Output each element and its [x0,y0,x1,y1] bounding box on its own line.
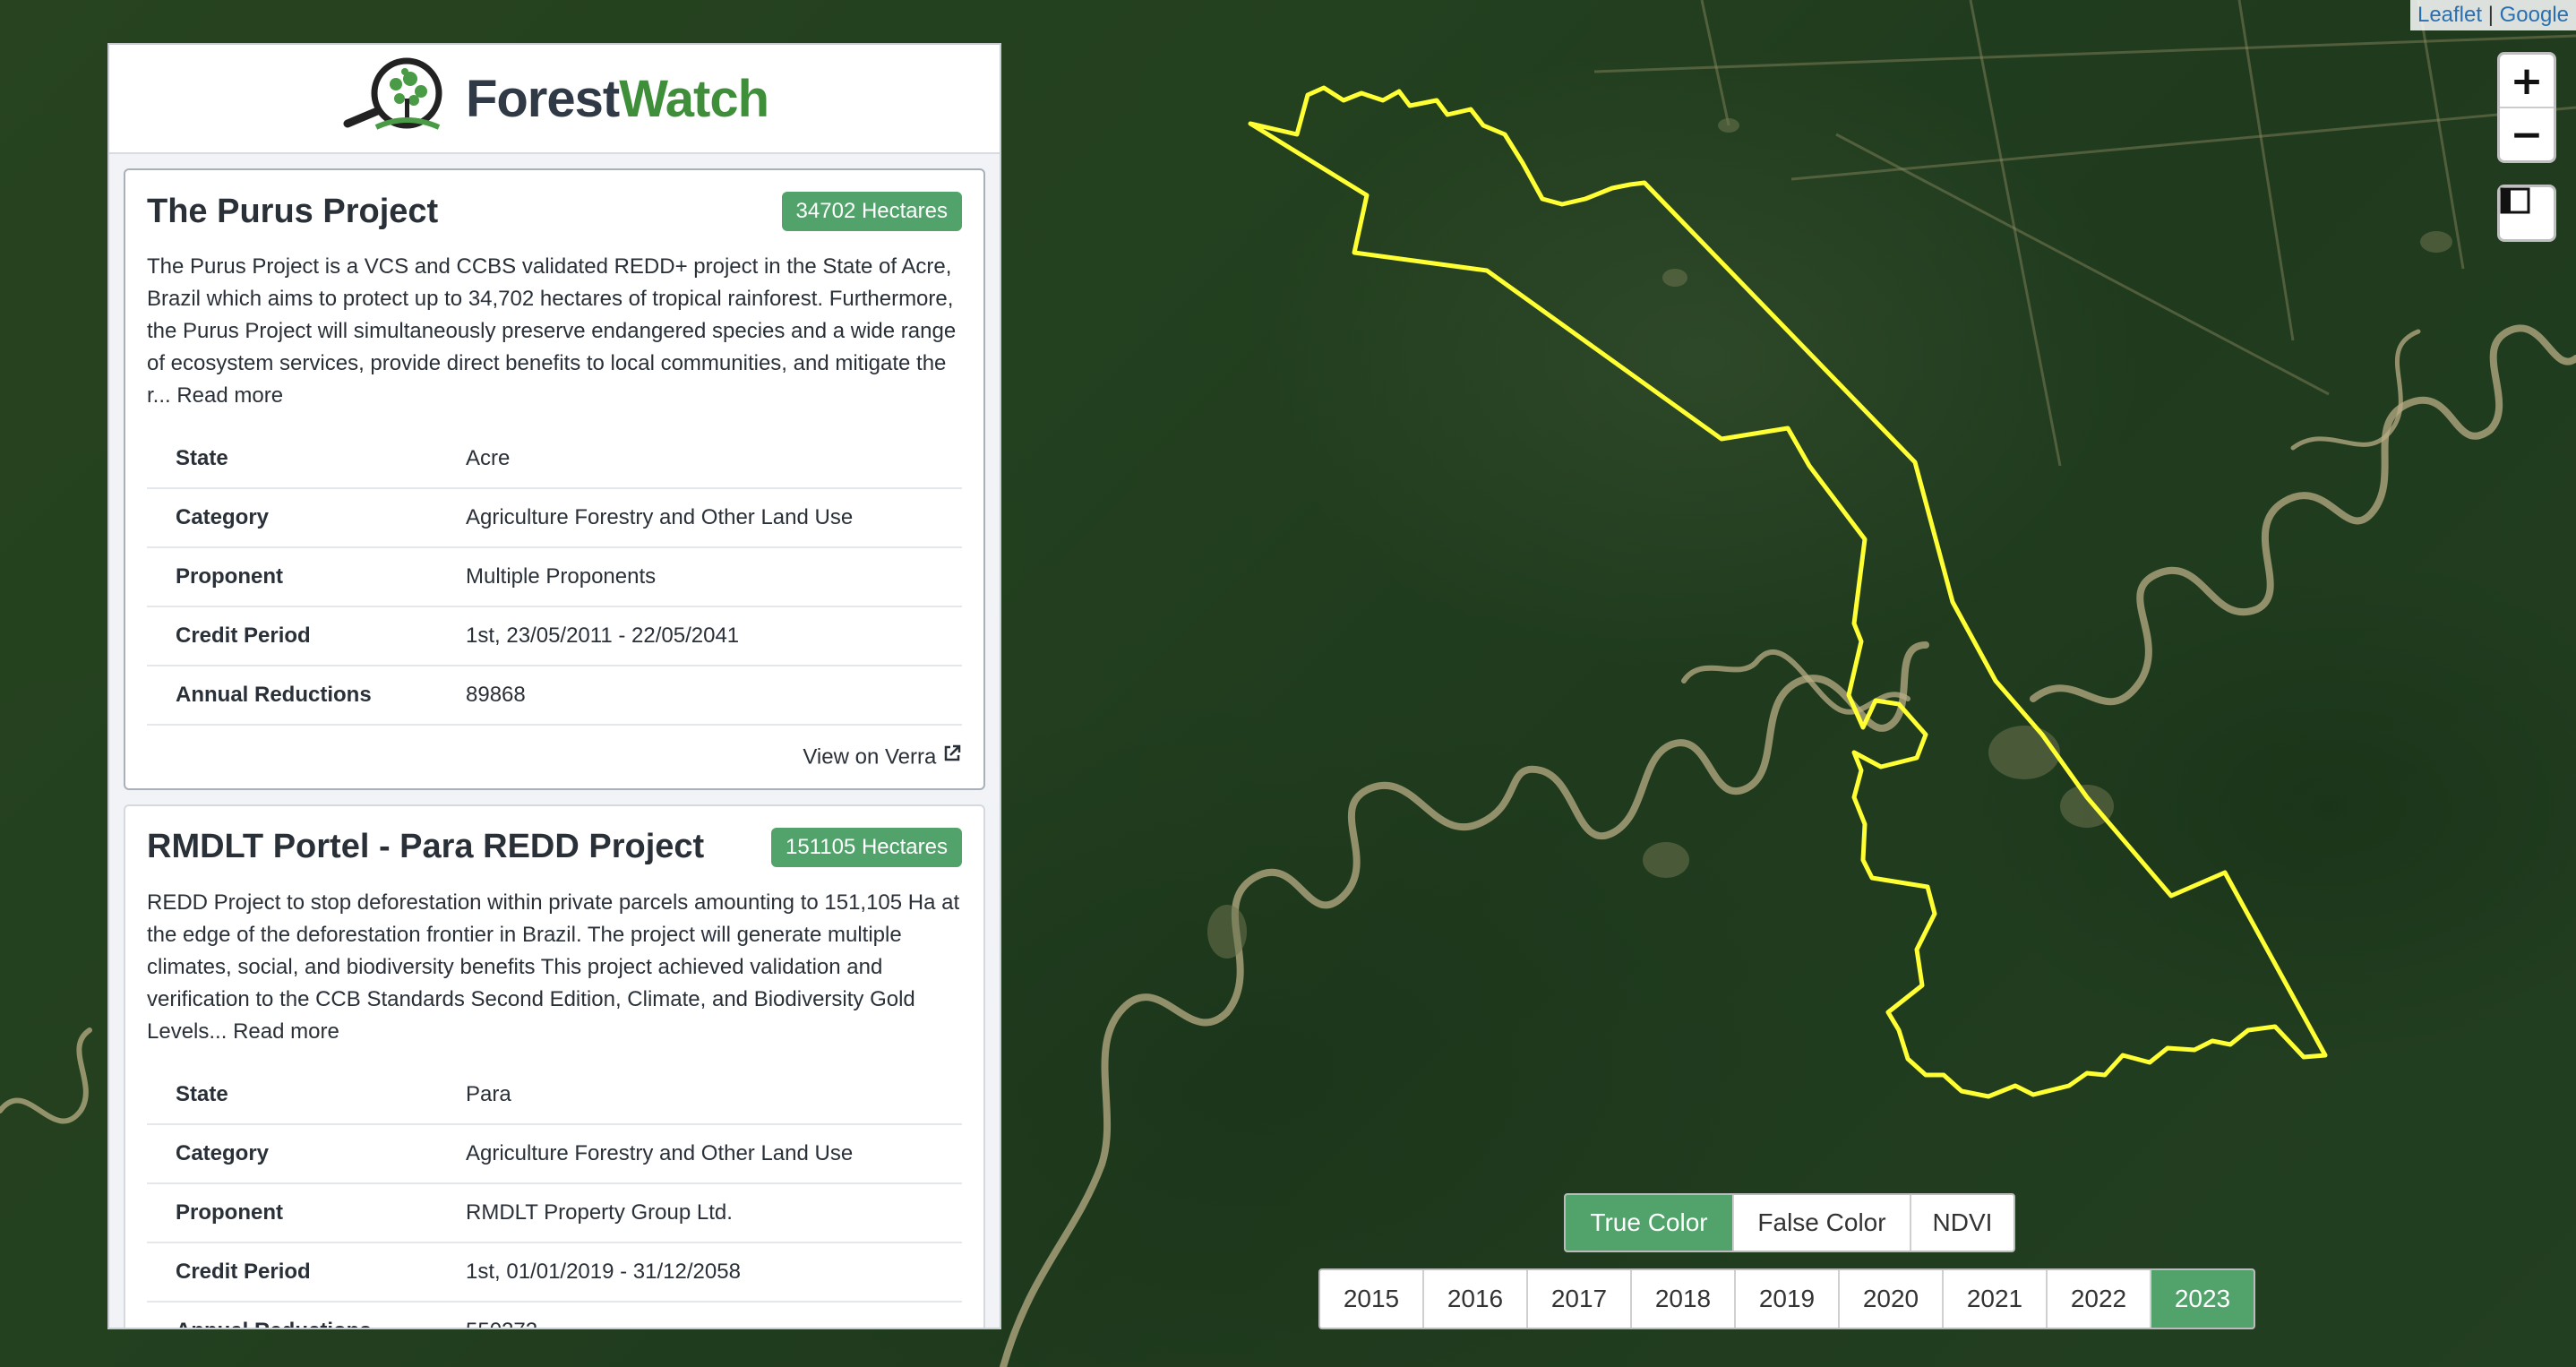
map-attribution: Leaflet | Google [2409,0,2576,30]
year-option-2015[interactable]: 2015 [1320,1270,1424,1328]
table-row: Proponent Multiple Proponents [147,547,962,607]
detail-label: State [147,1065,437,1125]
project-boundary [1248,85,2328,1099]
detail-value: Para [437,1065,962,1125]
layer-option-ndvi[interactable]: NDVI [1911,1195,2014,1251]
river [2030,324,2576,706]
river [0,1027,92,1124]
view-on-verra-link[interactable]: View on Verra [147,744,962,770]
table-row: Category Agriculture Forestry and Other L… [147,488,962,548]
area-badge: 151105 Hectares [770,827,962,867]
detail-label: Proponent [147,1182,437,1243]
detail-value: 1st, 01/01/2019 - 31/12/2058 [437,1242,962,1303]
year-option-2020[interactable]: 2020 [1840,1270,1944,1328]
detail-value: 89868 [437,666,962,726]
external-link-icon [944,744,961,761]
sidebar-toggle-button[interactable] [2497,185,2556,242]
year-option-2022[interactable]: 2022 [2048,1270,2151,1328]
project-details-table: State Para Category Agriculture Forestry a… [147,1065,962,1328]
project-card[interactable]: RMDLT Portel - Para REDD Project 151105 … [124,804,985,1328]
zoom-in-button[interactable]: + [2500,55,2554,107]
table-row: Credit Period 1st, 01/01/2019 - 31/12/205… [147,1242,962,1303]
detail-value: Agriculture Forestry and Other Land Use [437,488,962,548]
year-option-2017[interactable]: 2017 [1528,1270,1632,1328]
layer-selector: True Color False Color NDVI [1564,1193,2015,1252]
area-badge: 34702 Hectares [781,192,962,231]
table-row: Annual Reductions 89868 [147,666,962,726]
road [1700,0,1730,126]
road [1790,106,2576,181]
brand-name-forest: Forest [465,69,620,128]
year-option-2019[interactable]: 2019 [1736,1270,1840,1328]
detail-label: Credit Period [147,606,437,666]
clearing [1718,118,1739,133]
detail-value: 550272 [437,1301,962,1328]
detail-label: State [147,430,437,489]
leaflet-link[interactable]: Leaflet [2417,3,2482,27]
brand-header: ForestWatch [109,45,1000,154]
year-selector: 2015 2016 2017 2018 2019 2020 2021 2022 … [1318,1268,2255,1329]
table-row: State Para [147,1065,962,1125]
year-option-2016[interactable]: 2016 [1424,1270,1528,1328]
detail-value: Multiple Proponents [437,547,962,607]
project-title: RMDLT Portel - Para REDD Project [147,828,705,866]
table-row: Credit Period 1st, 23/05/2011 - 22/05/204… [147,606,962,666]
clearing [1207,905,1247,959]
brand-wordmark: ForestWatch [466,69,769,129]
river [2290,329,2421,451]
sidebar-icon [2500,187,2530,214]
year-option-2023[interactable]: 2023 [2151,1270,2254,1328]
verra-link-label: View on Verra [803,744,937,769]
clearing [1662,269,1687,287]
detail-value: 1st, 23/05/2011 - 22/05/2041 [437,606,962,666]
clearing [1988,726,2060,779]
year-option-2021[interactable]: 2021 [1944,1270,2048,1328]
layer-option-false-color[interactable]: False Color [1734,1195,1911,1251]
project-description: The Purus Project is a VCS and CCBS vali… [147,251,962,412]
project-title: The Purus Project [147,192,439,230]
google-link[interactable]: Google [2500,3,2569,27]
detail-value: Agriculture Forestry and Other Land Use [437,1123,962,1184]
table-row: Category Agriculture Forestry and Other L… [147,1123,962,1184]
road [1969,0,2062,467]
zoom-control: + − [2497,52,2556,163]
detail-value: Acre [437,430,962,489]
detail-label: Credit Period [147,1242,437,1303]
clearing [1643,842,1689,878]
detail-label: Category [147,488,437,548]
zoom-out-button[interactable]: − [2500,107,2554,160]
attribution-separator: | [2487,3,2494,27]
detail-label: Annual Reductions [147,666,437,726]
river [1000,641,1929,1367]
table-row: State Acre [147,430,962,489]
road [1835,133,2330,396]
read-more-link[interactable]: Read more [176,383,283,408]
read-more-link[interactable]: Read more [233,1019,339,1044]
forestwatch-logo-icon [343,57,442,130]
project-details-table: State Acre Category Agriculture Forestry a… [147,430,962,726]
layer-option-true-color[interactable]: True Color [1566,1195,1734,1251]
detail-label: Annual Reductions [147,1301,437,1328]
year-option-2018[interactable]: 2018 [1632,1270,1736,1328]
detail-value: RMDLT Property Group Ltd. [437,1182,962,1243]
table-row: Annual Reductions550272 [147,1301,962,1328]
project-description: REDD Project to stop deforestation withi… [147,887,962,1048]
detail-label: Category [147,1123,437,1184]
project-sidebar[interactable]: ForestWatch The Purus Project 34702 Hect… [107,43,1001,1329]
clearing [2420,231,2452,253]
brand-name-watch: Watch [619,69,769,128]
road [2237,0,2295,341]
detail-label: Proponent [147,547,437,607]
table-row: Proponent RMDLT Property Group Ltd. [147,1182,962,1243]
project-card[interactable]: The Purus Project 34702 Hectares The Pur… [124,168,985,790]
